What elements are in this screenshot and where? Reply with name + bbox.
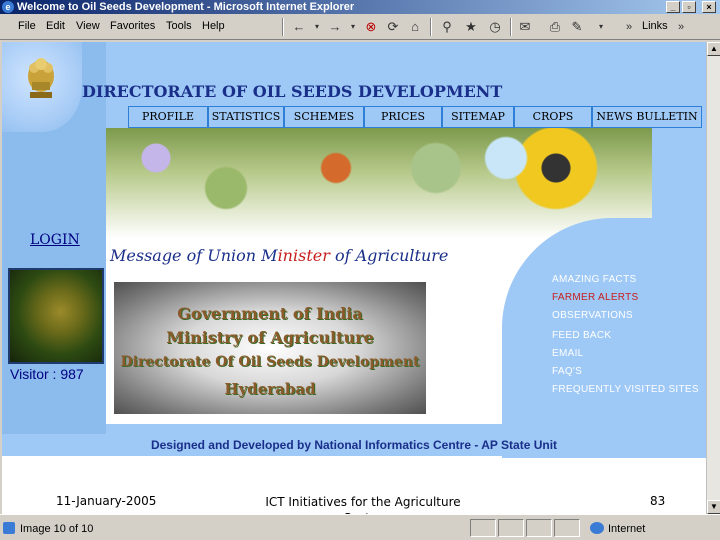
nav-profile[interactable]: PROFILE: [128, 106, 208, 128]
menu-toolbar: File Edit View Favorites Tools Help ← ▾ …: [0, 14, 720, 40]
print-icon[interactable]: ⎙: [546, 18, 564, 36]
nav-news-bulletin[interactable]: NEWS BULLETIN: [592, 106, 702, 128]
status-bar: Image 10 of 10 Internet: [0, 514, 720, 540]
toolbar-separator: [510, 18, 512, 36]
window-title: Welcome to Oil Seeds Development - Micro…: [17, 1, 355, 13]
nav-crops[interactable]: CROPS: [514, 106, 592, 128]
refresh-icon[interactable]: ⟳: [384, 18, 402, 36]
internet-zone-icon: [590, 522, 604, 534]
favorites-icon[interactable]: ★: [462, 18, 480, 36]
national-emblem-icon: [28, 58, 54, 98]
forward-dropdown-icon[interactable]: ▾: [344, 18, 362, 36]
minister-message-link[interactable]: Message of Union Minister of Agriculture: [110, 246, 448, 265]
slide-date: 11-January-2005: [56, 494, 157, 508]
maximize-button[interactable]: ▫: [682, 1, 696, 13]
toolbar-separator: [430, 18, 432, 36]
flower-banner-image: [106, 128, 652, 238]
menu-help[interactable]: Help: [202, 20, 225, 32]
mail-icon[interactable]: ✉: [516, 18, 534, 36]
back-dropdown-icon[interactable]: ▾: [308, 18, 326, 36]
link-observations[interactable]: OBSERVATIONS: [552, 310, 633, 321]
search-icon[interactable]: ⚲: [438, 18, 456, 36]
nav-sitemap[interactable]: SITEMAP: [442, 106, 514, 128]
minimize-button[interactable]: _: [666, 1, 680, 13]
status-cell: [526, 519, 552, 537]
vertical-scrollbar[interactable]: ▲ ▼: [706, 42, 720, 514]
gov-line-2: Ministry of Agriculture: [166, 328, 374, 347]
links-chevron-icon[interactable]: »: [672, 18, 690, 36]
gov-line-4: Hyderabad: [224, 380, 316, 398]
gov-line-3: Directorate Of Oil Seeds Development: [120, 354, 420, 370]
home-icon[interactable]: ⌂: [406, 18, 424, 36]
nav-prices[interactable]: PRICES: [364, 106, 442, 128]
forward-arrow-icon[interactable]: →: [326, 18, 344, 36]
soybean-pods-photo: [8, 268, 104, 364]
gov-line-1: Government of India: [177, 304, 363, 323]
zone-label: Internet: [608, 523, 646, 535]
stop-icon[interactable]: ⊗: [362, 18, 380, 36]
scroll-up-icon[interactable]: ▲: [707, 42, 720, 56]
status-cell: [554, 519, 580, 537]
login-link[interactable]: LOGIN: [30, 232, 80, 248]
links-label[interactable]: Links: [642, 20, 668, 32]
browser-window: e Welcome to Oil Seeds Development - Mic…: [0, 0, 720, 540]
main-nav: PROFILE STATISTICS SCHEMES PRICES SITEMA…: [128, 106, 702, 128]
message-text-highlight: inister: [277, 246, 330, 265]
page-status-icon: [3, 522, 15, 534]
government-seal-image: Government of India Ministry of Agricult…: [114, 282, 426, 414]
link-faqs[interactable]: FAQ'S: [552, 366, 582, 377]
message-text-start: Message of Union M: [110, 246, 278, 265]
edit-icon[interactable]: ✎: [568, 18, 586, 36]
back-arrow-icon[interactable]: ←: [290, 18, 308, 36]
status-cell: [470, 519, 496, 537]
menu-favorites[interactable]: Favorites: [110, 20, 155, 32]
title-bar: e Welcome to Oil Seeds Development - Mic…: [0, 0, 720, 14]
link-email[interactable]: EMAIL: [552, 348, 584, 359]
status-text: Image 10 of 10: [20, 523, 94, 535]
web-page: DIRECTORATE OF OIL SEEDS DEVELOPMENT PRO…: [2, 42, 706, 514]
slide-page-number: 83: [650, 494, 666, 508]
edit-dropdown-icon[interactable]: ▾: [592, 18, 610, 36]
scroll-down-icon[interactable]: ▼: [707, 500, 720, 514]
menu-file[interactable]: File: [18, 20, 36, 32]
nav-statistics[interactable]: STATISTICS: [208, 106, 284, 128]
link-frequently-visited-sites[interactable]: FREQUENTLY VISITED SITES: [552, 384, 699, 395]
menu-tools[interactable]: Tools: [166, 20, 192, 32]
footer-credit: Designed and Developed by National Infor…: [150, 438, 558, 452]
visitor-counter: Visitor : 987: [10, 366, 84, 382]
history-icon[interactable]: ◷: [486, 18, 504, 36]
toolbar-separator: [282, 18, 284, 36]
ie-icon: e: [2, 1, 14, 13]
link-feed-back[interactable]: FEED BACK: [552, 330, 611, 341]
menu-edit[interactable]: Edit: [46, 20, 65, 32]
toolbar-chevron-icon[interactable]: »: [620, 18, 638, 36]
nav-schemes[interactable]: SCHEMES: [284, 106, 364, 128]
close-button[interactable]: ×: [702, 1, 716, 13]
link-farmer-alerts[interactable]: FARMER ALERTS: [552, 292, 639, 303]
status-cell: [498, 519, 524, 537]
link-amazing-facts[interactable]: AMAZING FACTS: [552, 274, 636, 285]
menu-view[interactable]: View: [76, 20, 100, 32]
site-title: DIRECTORATE OF OIL SEEDS DEVELOPMENT: [82, 82, 503, 101]
message-text-end: of Agriculture: [329, 246, 449, 265]
